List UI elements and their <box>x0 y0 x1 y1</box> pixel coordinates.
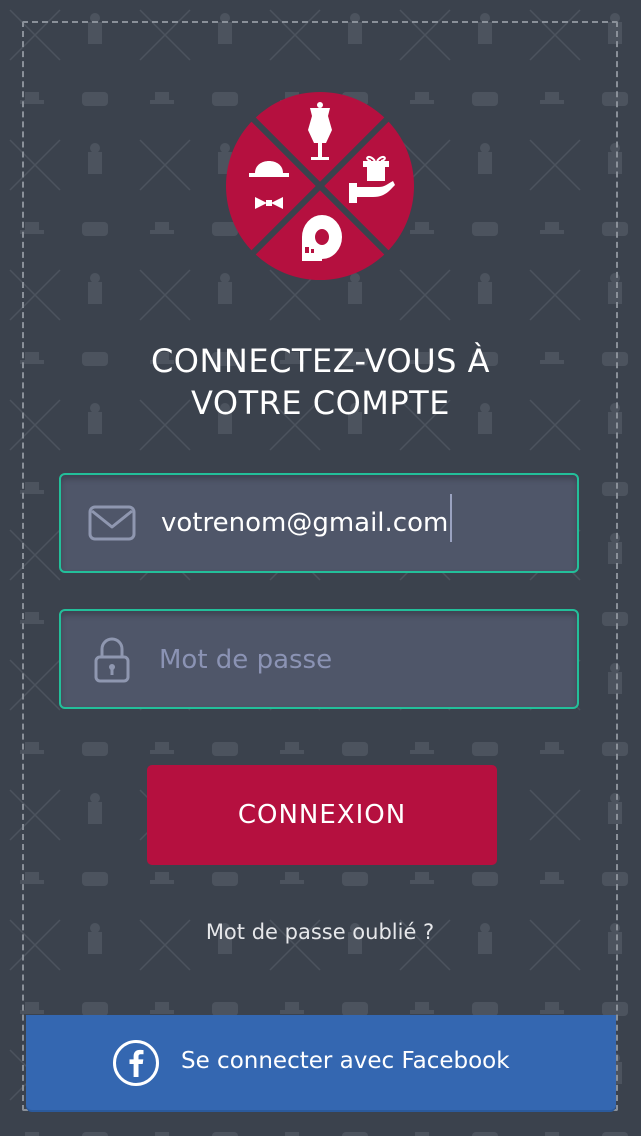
page-title: CONNECTEZ-VOUS À VOTRE COMPTE <box>60 340 581 424</box>
forgot-password-link[interactable]: Mot de passe oublié ? <box>60 920 580 944</box>
login-screen: CONNECTEZ-VOUS À VOTRE COMPTE votrenom@g… <box>0 0 641 1136</box>
email-field[interactable]: votrenom@gmail.com <box>59 473 579 573</box>
facebook-icon <box>113 1040 159 1086</box>
facebook-login-label: Se connecter avec Facebook <box>181 1048 510 1074</box>
password-field[interactable] <box>59 609 579 709</box>
password-input[interactable] <box>157 637 541 683</box>
facebook-login-button[interactable]: Se connecter avec Facebook <box>26 1015 616 1110</box>
lock-icon <box>94 637 130 683</box>
page-title-line-2: VOTRE COMPTE <box>191 384 450 422</box>
text-caret <box>450 493 453 542</box>
page-title-line-1: CONNECTEZ-VOUS À <box>150 342 491 380</box>
envelope-icon <box>88 505 136 541</box>
login-button[interactable]: CONNEXION <box>147 765 497 865</box>
email-value[interactable]: votrenom@gmail.com <box>161 493 453 542</box>
email-value-text: votrenom@gmail.com <box>161 508 449 538</box>
app-logo <box>226 92 414 280</box>
